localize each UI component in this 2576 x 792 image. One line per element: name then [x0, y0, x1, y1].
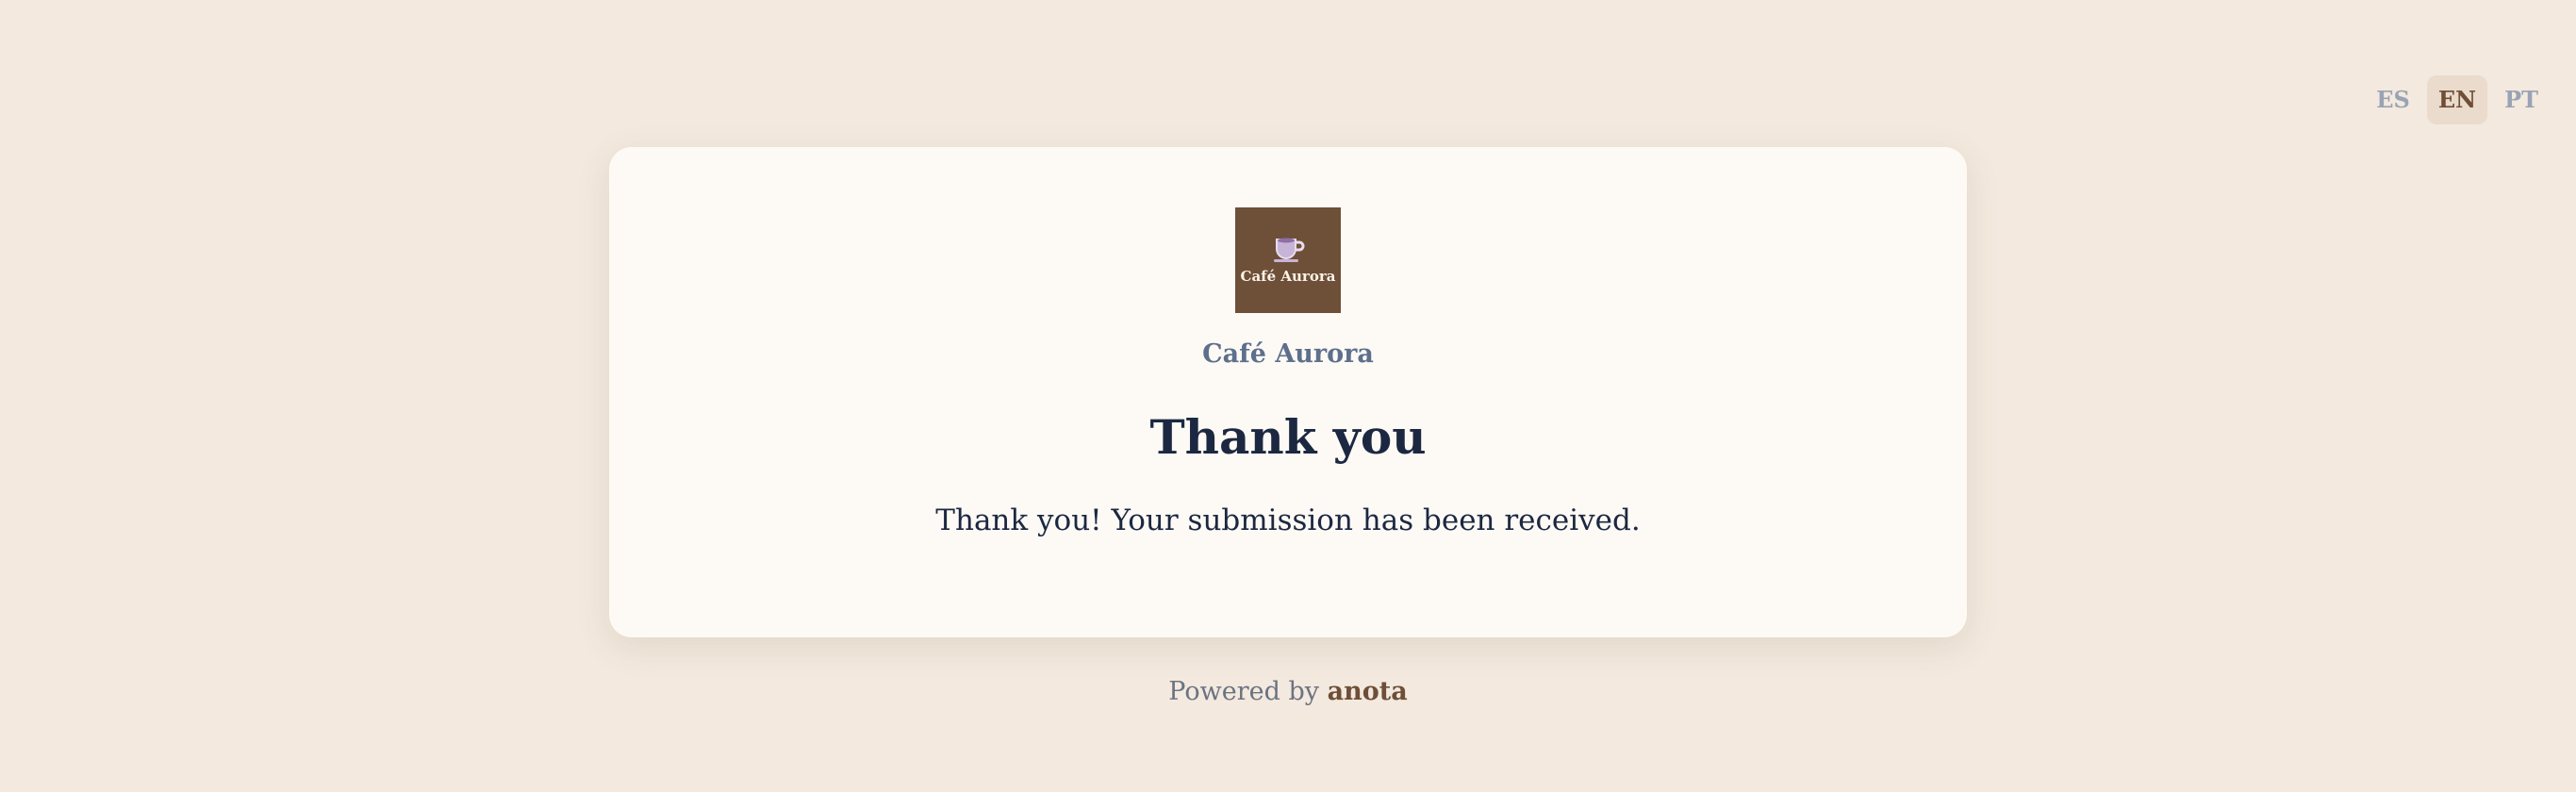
page-title: Thank you [1149, 409, 1427, 465]
lang-option-es[interactable]: ES [2365, 75, 2421, 124]
anota-brand-link[interactable]: anota [1328, 677, 1408, 706]
confirmation-card: Café Aurora Café Aurora Thank you Thank … [609, 147, 1967, 637]
lang-option-en[interactable]: EN [2426, 75, 2488, 124]
lang-option-pt[interactable]: PT [2493, 75, 2550, 124]
coffee-cup-icon [1274, 238, 1305, 262]
business-logo: Café Aurora [1235, 207, 1341, 313]
powered-by-label: Powered by [1168, 677, 1319, 706]
business-name: Café Aurora [1202, 339, 1374, 369]
powered-by-footer: Powered by anota [0, 677, 2576, 706]
language-switcher: ES EN PT [2365, 75, 2550, 124]
confirmation-message: Thank you! Your submission has been rece… [935, 503, 1641, 537]
logo-text: Café Aurora [1240, 268, 1336, 285]
